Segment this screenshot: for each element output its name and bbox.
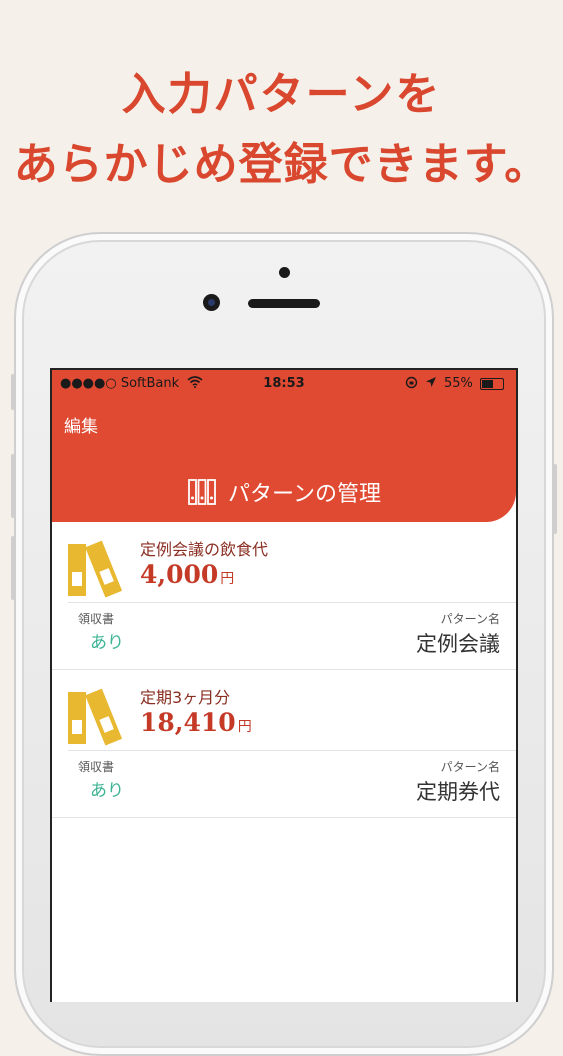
app-screen: ●●●●○ SoftBank 18:53 55% 編集 パターンの管理 定例会議… (50, 368, 518, 1002)
earpiece-speaker (248, 299, 320, 308)
folder-icon (68, 540, 123, 598)
receipt-label: 領収書 (78, 760, 115, 774)
promo-headline-line1: 入力パターンを (121, 69, 442, 120)
pattern-name-value: 定例会議 (416, 632, 500, 656)
pattern-amount: 4,000 円 (140, 560, 235, 589)
battery-percent: 55% (443, 376, 473, 391)
folder-icon (68, 688, 123, 746)
pattern-name-label: パターン名 (440, 760, 500, 774)
front-camera (203, 294, 220, 311)
pattern-row[interactable]: 定例会議の飲食代 4,000 円 領収書 あり パターン名 定例会議 (52, 522, 516, 670)
status-bar: ●●●●○ SoftBank 18:53 55% (52, 370, 516, 398)
pattern-name-value: 定期券代 (416, 780, 500, 804)
pattern-name-label: パターン名 (440, 612, 500, 626)
pattern-amount: 18,410 円 (140, 708, 252, 737)
nav-title: パターンの管理 (52, 476, 516, 508)
status-right: 55% (405, 376, 504, 391)
mute-switch (11, 374, 15, 410)
volume-down-button (11, 536, 15, 600)
receipt-label: 領収書 (78, 612, 115, 626)
promo-headline-line2: あらかじめ登録できます。 (13, 139, 550, 190)
receipt-value: あり (90, 781, 124, 801)
volume-up-button (11, 454, 15, 518)
row-divider (52, 817, 516, 818)
power-button (553, 464, 557, 534)
divider (68, 750, 516, 751)
battery-icon (480, 377, 504, 390)
pattern-item-name: 定期3ヶ月分 (140, 688, 231, 707)
receipt-value: あり (90, 633, 124, 653)
nav-header: ●●●●○ SoftBank 18:53 55% 編集 パターンの管理 (52, 370, 516, 522)
pattern-row[interactable]: 定期3ヶ月分 18,410 円 領収書 あり パターン名 定期券代 (52, 670, 516, 818)
proximity-sensor (279, 267, 290, 278)
pattern-item-name: 定例会議の飲食代 (140, 540, 269, 559)
nav-title-text: パターンの管理 (228, 482, 381, 507)
binders-icon (188, 479, 216, 505)
edit-button[interactable]: 編集 (64, 412, 98, 437)
location-icon (425, 377, 436, 387)
rotation-lock-icon (405, 376, 417, 389)
divider (68, 602, 516, 603)
